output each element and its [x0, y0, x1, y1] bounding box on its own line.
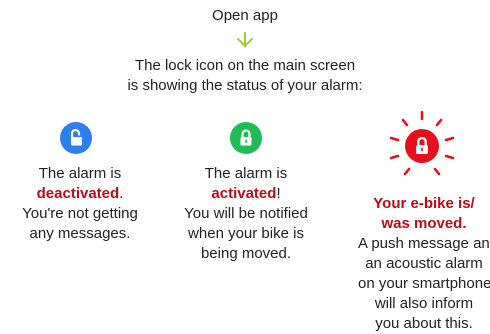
moved-line-3: A push message and	[358, 235, 490, 252]
moved-heading-2: was moved.	[381, 215, 467, 232]
activated-line-3: You will be notified	[184, 205, 308, 222]
deactivated-status-suffix: .	[119, 185, 124, 202]
deactivated-line-1: The alarm is	[38, 165, 122, 182]
moved-line-4: an acoustic alarm	[365, 255, 483, 272]
unlocked-padlock-icon	[70, 128, 82, 146]
deactivated-status-line: deactivated.	[5, 184, 155, 204]
locked-padlock-icon	[240, 129, 252, 146]
moved-heading-1: Your e-bike is/	[373, 195, 475, 212]
intro-text: The lock icon on the main screen is show…	[0, 56, 490, 96]
activated-status-word: activated	[211, 185, 277, 202]
moved-line-7: you about this.	[375, 315, 473, 332]
moved-line-6: will also inform	[374, 295, 474, 312]
activated-status-line: activated!	[170, 184, 322, 204]
deactivated-status-word: deactivated	[36, 185, 120, 202]
activated-line-4: when your bike is	[188, 225, 304, 242]
open-app-label: Open app	[212, 7, 278, 24]
moved-description: Your e-bike is/ was moved. A push messag…	[358, 194, 490, 334]
deactivated-description: The alarm is deactivated. You're not get…	[5, 164, 155, 244]
deactivated-line-4: any messages.	[29, 225, 131, 242]
moved-line-5: on your smartphone	[358, 275, 490, 292]
deactivated-line-3: You're not getting	[22, 205, 138, 222]
activated-status-suffix: !	[276, 185, 281, 202]
arrow-down-icon	[237, 32, 253, 47]
activated-status-icon	[230, 122, 262, 154]
intro-line-1: The lock icon on the main screen	[134, 57, 356, 74]
activated-line-1: The alarm is	[204, 165, 288, 182]
alert-padlock-icon	[416, 136, 428, 154]
deactivated-status-icon	[60, 122, 92, 154]
intro-line-2: is showing the status of your alarm:	[127, 77, 363, 94]
moved-status-icon	[405, 129, 439, 163]
activated-line-5: being moved.	[200, 245, 292, 262]
activated-description: The alarm is activated! You will be noti…	[170, 164, 322, 264]
